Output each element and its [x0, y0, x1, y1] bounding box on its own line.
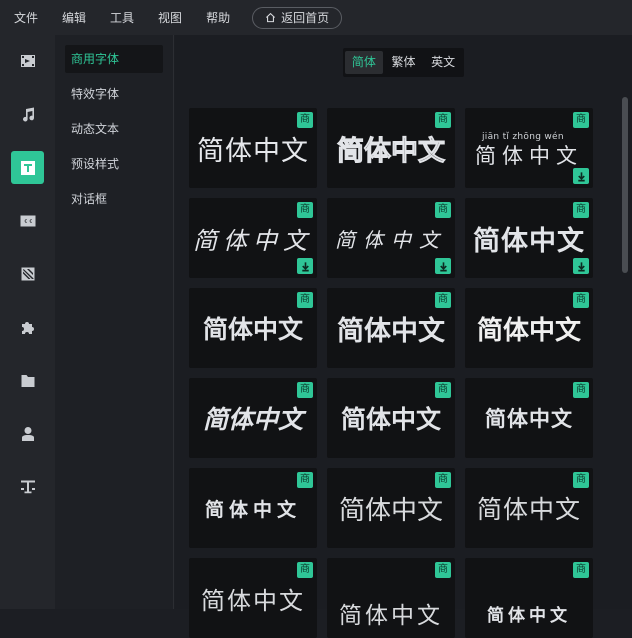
person-icon — [21, 426, 34, 441]
music-icon — [22, 107, 34, 121]
commercial-badge: 商 — [297, 292, 313, 308]
download-button[interactable] — [297, 258, 313, 274]
sidebar-item-avatar[interactable] — [11, 417, 44, 450]
commercial-badge: 商 — [297, 202, 313, 218]
tab-english[interactable]: 英文 — [424, 51, 462, 74]
font-card[interactable]: 简体中文商 — [327, 108, 455, 188]
font-card[interactable]: 简体中文商 — [189, 378, 317, 458]
pinyin-label: jiān tǐ zhōng wén — [482, 132, 564, 142]
font-browser: 简体 繁体 英文 简体中文商简体中文商简体中文 jiān tǐ zhōng wén… — [175, 35, 632, 638]
commercial-badge: 商 — [435, 562, 451, 578]
category-commercial-fonts[interactable]: 商用字体 — [65, 45, 163, 73]
menu-file[interactable]: 文件 — [14, 9, 38, 26]
font-card[interactable]: 简体中文商 — [327, 378, 455, 458]
filter-icon — [21, 267, 34, 280]
commercial-badge: 商 — [297, 472, 313, 488]
commercial-badge: 商 — [573, 292, 589, 308]
sidebar-item-text[interactable] — [11, 151, 44, 184]
menu-view[interactable]: 视图 — [158, 9, 182, 26]
commercial-badge: 商 — [573, 562, 589, 578]
caption-icon — [20, 215, 35, 226]
font-card[interactable]: 简体中文商 — [189, 198, 317, 278]
back-to-home-button[interactable]: 返回首页 — [252, 6, 343, 29]
commercial-badge: 商 — [297, 382, 313, 398]
font-card[interactable]: 简体中文商 — [465, 468, 593, 548]
sidebar-item-plugins[interactable] — [11, 311, 44, 344]
category-dynamic-text[interactable]: 动态文本 — [65, 115, 163, 143]
commercial-badge: 商 — [573, 472, 589, 488]
download-icon — [577, 261, 585, 271]
category-preset-styles[interactable]: 预设样式 — [65, 150, 163, 178]
commercial-badge: 商 — [435, 112, 451, 128]
tab-simplified[interactable]: 简体 — [345, 51, 383, 74]
folder-icon — [21, 374, 34, 387]
menu-edit[interactable]: 编辑 — [62, 9, 86, 26]
category-dialog-box[interactable]: 对话框 — [65, 185, 163, 213]
sidebar-item-audio[interactable] — [11, 98, 44, 131]
font-card[interactable]: 简体中文商 — [465, 198, 593, 278]
commercial-badge: 商 — [573, 382, 589, 398]
sidebar-item-filters[interactable] — [11, 257, 44, 290]
commercial-badge: 商 — [573, 202, 589, 218]
sidebar-item-files[interactable] — [11, 364, 44, 397]
font-card[interactable]: 简体中文商 — [189, 468, 317, 548]
font-card[interactable]: 简体中文商 — [327, 558, 455, 638]
download-button[interactable] — [573, 258, 589, 274]
commercial-badge: 商 — [435, 472, 451, 488]
font-card[interactable]: 简体中文商 — [327, 468, 455, 548]
download-icon — [439, 261, 447, 271]
font-card[interactable]: 简体中文商 — [189, 288, 317, 368]
commercial-badge: 商 — [297, 112, 313, 128]
download-button[interactable] — [435, 258, 451, 274]
category-effect-fonts[interactable]: 特效字体 — [65, 80, 163, 108]
text-style-icon — [20, 480, 35, 493]
puzzle-icon — [21, 321, 34, 334]
commercial-badge: 商 — [435, 202, 451, 218]
commercial-badge: 商 — [435, 382, 451, 398]
download-icon — [577, 171, 585, 181]
menu-help[interactable]: 帮助 — [206, 9, 230, 26]
text-icon — [20, 160, 35, 175]
font-card[interactable]: 简体中文商 — [465, 288, 593, 368]
download-icon — [301, 261, 309, 271]
commercial-badge: 商 — [435, 292, 451, 308]
font-card[interactable]: 简体中文商 — [327, 198, 455, 278]
commercial-badge: 商 — [573, 112, 589, 128]
home-icon — [266, 12, 276, 23]
font-category-panel: 商用字体 特效字体 动态文本 预设样式 对话框 — [55, 35, 174, 609]
sidebar-item-captions[interactable] — [11, 204, 44, 237]
download-button[interactable] — [573, 168, 589, 184]
grid-scrollbar[interactable] — [622, 97, 628, 273]
tab-traditional[interactable]: 繁体 — [385, 51, 423, 74]
tool-sidebar — [0, 35, 55, 609]
sidebar-item-text-style[interactable] — [11, 470, 44, 503]
font-card[interactable]: 简体中文商 — [327, 288, 455, 368]
font-card[interactable]: 简体中文 jiān tǐ zhōng wén 商 — [465, 108, 593, 188]
film-icon — [20, 54, 35, 67]
menu-bar: 文件 编辑 工具 视图 帮助 返回首页 — [0, 0, 632, 35]
font-card[interactable]: 简体中文商 — [189, 108, 317, 188]
font-card[interactable]: 简体中文商 — [189, 558, 317, 638]
back-to-home-label: 返回首页 — [281, 11, 330, 25]
commercial-badge: 商 — [297, 562, 313, 578]
script-switcher: 简体 繁体 英文 — [343, 48, 464, 77]
font-card[interactable]: 简体中文商 — [465, 378, 593, 458]
sidebar-item-media[interactable] — [11, 44, 44, 77]
font-card[interactable]: 简体中文商 — [465, 558, 593, 638]
menu-tools[interactable]: 工具 — [110, 9, 134, 26]
